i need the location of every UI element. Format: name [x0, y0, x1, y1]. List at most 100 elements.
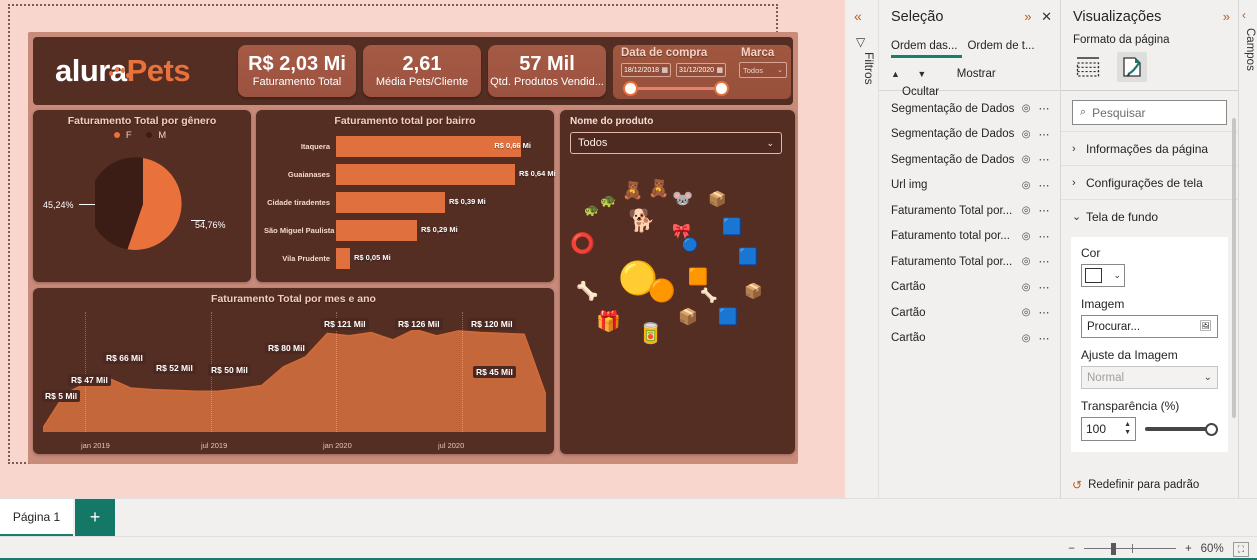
bar-row[interactable]: Guaianases R$ 0,64 Mi — [264, 164, 556, 185]
date-range-track[interactable] — [627, 87, 727, 90]
zoom-slider-handle[interactable] — [1110, 543, 1116, 555]
selection-list-item[interactable]: Segmentação de Dados ◎ ⋯ — [879, 122, 1060, 148]
visibility-eye-icon[interactable]: ◎ — [1022, 333, 1031, 344]
visual-area-faturamento-por-mes-ano[interactable]: Faturamento Total por mes e ano R$ 5 Mil… — [33, 288, 554, 454]
bar-fill[interactable] — [336, 220, 417, 241]
product-image[interactable]: 📦 — [708, 192, 727, 207]
more-options-icon[interactable]: ⋯ — [1039, 128, 1051, 141]
fields-pane-collapsed[interactable]: ‹ Campos — [1239, 0, 1257, 498]
calendar-icon[interactable]: ▦ — [661, 66, 668, 74]
visibility-eye-icon[interactable]: ◎ — [1022, 154, 1031, 165]
kpi-card-faturamento-total[interactable]: R$ 2,03 Mi Faturamento Total — [238, 45, 356, 97]
more-options-icon[interactable]: ⋯ — [1039, 332, 1051, 345]
background-color-picker[interactable]: ⌄ — [1081, 264, 1125, 287]
kpi-card-qtd-produtos-vendidos[interactable]: 57 Mil Qtd. Produtos Vendid... — [488, 45, 606, 97]
bar-row[interactable]: Cidade tiradentes R$ 0,39 Mi — [264, 192, 546, 213]
product-image[interactable]: 🐢 — [584, 204, 599, 216]
product-image[interactable]: 📦 — [678, 310, 698, 326]
product-image[interactable]: 🎁 — [596, 312, 621, 332]
slicer-panel[interactable]: Data de compra Marca 18/12/2018 ▦ 31/12/… — [613, 45, 791, 99]
visibility-eye-icon[interactable]: ◎ — [1022, 180, 1031, 191]
section-informacoes-da-pagina[interactable]: › Informações da página — [1061, 131, 1238, 165]
zoom-out-button[interactable]: − — [1068, 543, 1075, 555]
selection-list-item[interactable]: Cartão ◎ ⋯ — [879, 275, 1060, 301]
visual-product-gallery[interactable]: Nome do produto Todos ⌄ 🧸 🧸 🐢 🐢 🐭 📦 🐕 ⭕ … — [560, 110, 795, 454]
report-page[interactable]: alura Pets R$ 2,03 Mi Faturamento Total 2… — [28, 32, 798, 464]
date-range-handle-right[interactable] — [714, 81, 729, 96]
more-options-icon[interactable]: ⋯ — [1039, 102, 1051, 115]
slider-handle[interactable] — [1205, 423, 1218, 436]
product-image[interactable]: 🟠 — [648, 280, 675, 302]
product-image[interactable]: 🐢 — [600, 194, 616, 207]
section-configuracoes-de-tela[interactable]: › Configurações de tela — [1061, 165, 1238, 199]
bar-fill[interactable] — [336, 164, 515, 185]
image-fit-dropdown[interactable]: Normal ⌄ — [1081, 366, 1218, 389]
visualizations-scrollbar[interactable] — [1232, 118, 1236, 418]
tab-pagina-1[interactable]: Página 1 — [0, 499, 73, 536]
selection-pane[interactable]: Seleção » ✕ Ordem das... Ordem de t... ▲… — [879, 0, 1061, 498]
product-image[interactable]: 🧸 — [648, 180, 669, 197]
product-image[interactable]: ⭕ — [570, 234, 595, 254]
browse-image-button[interactable]: Procurar... 🖼 — [1081, 315, 1218, 338]
bar-row[interactable]: Vila Prudente R$ 0,05 Mi — [264, 248, 546, 269]
product-image[interactable]: 🐕 — [628, 210, 655, 232]
more-options-icon[interactable]: ⋯ — [1039, 255, 1051, 268]
brand-dropdown[interactable]: Todos ⌄ — [739, 62, 787, 78]
tab-ordem-das-camadas[interactable]: Ordem das... — [891, 40, 963, 52]
section-tela-de-fundo[interactable]: ⌄ Tela de fundo — [1061, 199, 1238, 233]
stepper-arrows-icon[interactable]: ▲ ▼ — [1124, 421, 1131, 437]
bar-row[interactable]: Itaquera R$ 0,66 Mi — [264, 136, 546, 157]
product-image[interactable]: 🧸 — [622, 182, 643, 199]
product-image-grid[interactable]: 🧸 🧸 🐢 🐢 🐭 📦 🐕 ⭕ 🎀 🔵 🟦 🟦 🟡 🟠 🦴 🟧 🦴 📦 🎁 🥫 … — [560, 162, 795, 452]
visibility-eye-icon[interactable]: ◎ — [1022, 282, 1031, 293]
expand-icon[interactable]: » — [1024, 9, 1031, 24]
page-layout-icon[interactable] — [1073, 52, 1103, 82]
move-down-icon[interactable]: ▼ — [917, 69, 926, 79]
bar-fill[interactable] — [336, 192, 445, 213]
product-image[interactable]: 🟦 — [722, 220, 742, 236]
tab-ordem-de-tabulacao[interactable]: Ordem de t... — [967, 40, 1034, 52]
product-image[interactable]: 🟦 — [718, 310, 738, 326]
zoom-slider[interactable] — [1083, 542, 1176, 556]
date-range-handle-left[interactable] — [623, 81, 638, 96]
product-image[interactable]: 🐭 — [672, 190, 693, 207]
selection-list-item[interactable]: Faturamento Total por... ◎ ⋯ — [879, 198, 1060, 224]
calendar-icon[interactable]: ▦ — [716, 66, 723, 74]
product-image[interactable]: 🦴 — [576, 282, 598, 300]
close-icon[interactable]: ✕ — [1041, 9, 1052, 24]
product-image[interactable]: 🟧 — [688, 270, 708, 286]
visibility-eye-icon[interactable]: ◎ — [1022, 307, 1031, 318]
date-start-input[interactable]: 18/12/2018 ▦ — [621, 63, 671, 77]
collapse-chevron-icon[interactable]: « — [854, 8, 862, 24]
filters-pane-collapsed[interactable]: « ▽ Filtros — [845, 0, 879, 498]
selection-list-item[interactable]: Cartão ◎ ⋯ — [879, 326, 1060, 352]
selection-list-item[interactable]: Segmentação de Dados ◎ ⋯ — [879, 96, 1060, 122]
more-options-icon[interactable]: ⋯ — [1039, 281, 1051, 294]
search-input[interactable]: ⌕ Pesquisar — [1072, 100, 1227, 125]
add-page-button[interactable]: + — [75, 499, 115, 536]
visibility-eye-icon[interactable]: ◎ — [1022, 256, 1031, 267]
visual-bar-faturamento-por-bairro[interactable]: Faturamento total por bairro Itaquera R$ … — [256, 110, 556, 282]
transparency-slider[interactable] — [1145, 419, 1218, 439]
selection-list-item[interactable]: Segmentação de Dados ◎ ⋯ — [879, 147, 1060, 173]
more-options-icon[interactable]: ⋯ — [1039, 153, 1051, 166]
selection-list-item[interactable]: Cartão ◎ ⋯ — [879, 300, 1060, 326]
more-options-icon[interactable]: ⋯ — [1039, 306, 1051, 319]
fit-to-page-button[interactable]: ⛶ — [1232, 541, 1249, 557]
kpi-card-media-pets-cliente[interactable]: 2,61 Média Pets/Cliente — [363, 45, 481, 97]
more-options-icon[interactable]: ⋯ — [1039, 179, 1051, 192]
move-up-icon[interactable]: ▲ — [891, 69, 900, 79]
date-end-input[interactable]: 31/12/2020 ▦ — [676, 63, 726, 77]
more-options-icon[interactable]: ⋯ — [1039, 204, 1051, 217]
visibility-eye-icon[interactable]: ◎ — [1022, 205, 1031, 216]
bar-fill[interactable] — [336, 248, 350, 269]
transparency-stepper[interactable]: 100 ▲ ▼ — [1081, 417, 1136, 441]
page-format-icon[interactable] — [1117, 52, 1147, 82]
selection-list-item[interactable]: Faturamento total por... ◎ ⋯ — [879, 224, 1060, 250]
selection-list-item[interactable]: Faturamento Total por... ◎ ⋯ — [879, 249, 1060, 275]
visibility-eye-icon[interactable]: ◎ — [1022, 231, 1031, 242]
zoom-in-button[interactable]: + — [1185, 543, 1192, 555]
product-image[interactable]: 📦 — [744, 284, 763, 299]
visibility-eye-icon[interactable]: ◎ — [1022, 103, 1031, 114]
show-all-button[interactable]: Mostrar — [957, 68, 996, 80]
